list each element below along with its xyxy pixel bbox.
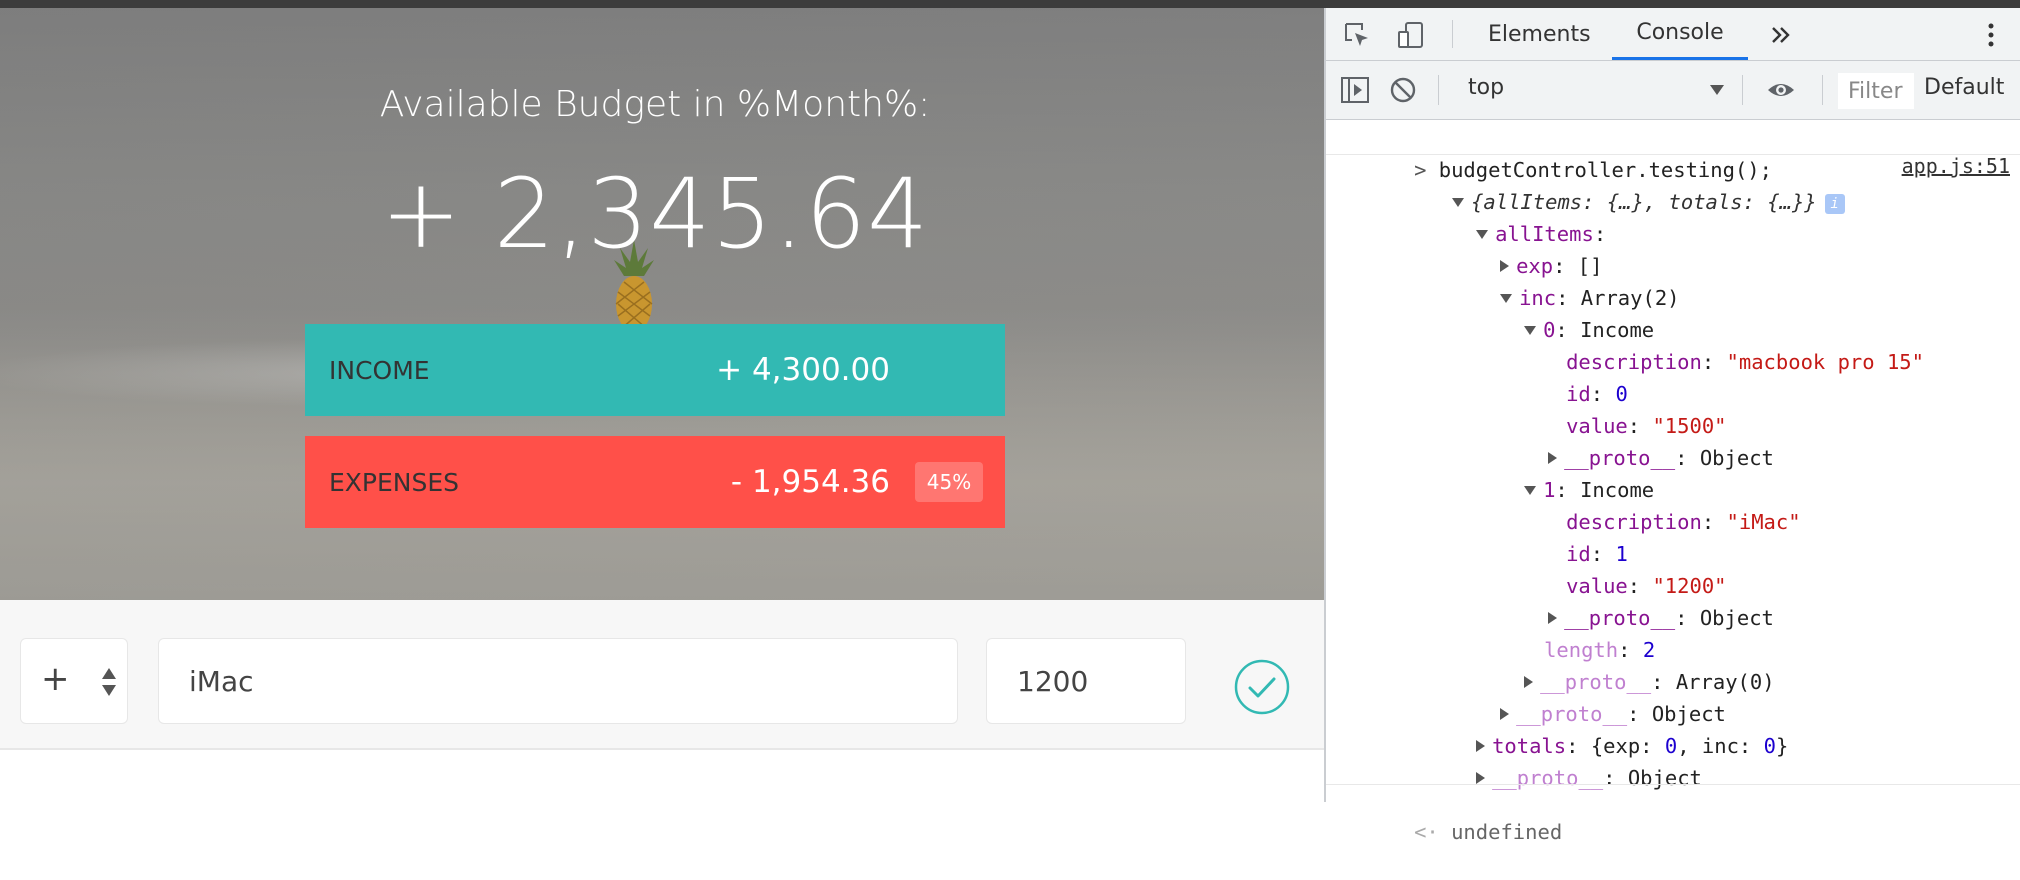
budget-app: Available Budget in %Month%: + 2,345.64 … xyxy=(0,8,1324,802)
console-filter-input[interactable]: Filter xyxy=(1838,73,1914,109)
collapsed-triangle-icon[interactable] xyxy=(1476,772,1486,784)
exp-row[interactable]: exp: [] xyxy=(1426,218,1602,278)
item1-proto-row[interactable]: __proto__: Object xyxy=(1474,570,1774,630)
expenses-value: - 1,954.36 xyxy=(730,464,890,500)
inc-row[interactable]: inc: Array(2) xyxy=(1426,250,1680,310)
add-checkmark-button[interactable] xyxy=(1233,658,1291,716)
item1-id-row: id: 1 xyxy=(1566,542,1628,566)
live-expression-eye-icon[interactable] xyxy=(1766,75,1796,105)
budget-header: Available Budget in %Month%: + 2,345.64 … xyxy=(0,8,1324,600)
allitems-row[interactable]: allItems: xyxy=(1402,186,1606,246)
income-summary: Income + 4,300.00 xyxy=(305,324,1005,416)
console-input-line: > budgetController.testing(); xyxy=(1414,158,1772,182)
description-input[interactable]: iMac xyxy=(158,638,958,724)
type-select[interactable]: + xyxy=(20,638,128,724)
totals-row[interactable]: totals: {exp: 0, inc: 0} xyxy=(1402,698,1788,758)
devtools-panel: Elements Console top Filter Default l xyxy=(1324,8,2020,844)
tab-elements[interactable]: Elements xyxy=(1488,8,1591,60)
inc-item-1-row[interactable]: 1: Income xyxy=(1450,442,1654,502)
inspect-element-icon[interactable] xyxy=(1342,20,1372,50)
log-levels-dropdown[interactable]: Default levels xyxy=(1924,75,2010,100)
inc-proto-row[interactable]: __proto__: Array(0) xyxy=(1450,634,1775,694)
item1-value-row: value: "1200" xyxy=(1566,574,1727,598)
double-chevron-icon[interactable] xyxy=(1766,20,1796,50)
source-link[interactable]: app.js:51 xyxy=(1902,154,2010,178)
clear-console-icon[interactable] xyxy=(1388,75,1418,105)
expenses-label: Expenses xyxy=(329,467,460,497)
console-toolbar: top Filter Default levels xyxy=(1326,61,2020,120)
add-item-bar: + iMac 1200 xyxy=(0,600,1324,750)
income-value: + 4,300.00 xyxy=(716,352,890,388)
item0-id-row: id: 0 xyxy=(1566,382,1628,406)
context-selector[interactable]: top xyxy=(1468,75,1504,100)
tab-console[interactable]: Console xyxy=(1612,8,1748,60)
item0-value-row: value: "1500" xyxy=(1566,414,1727,438)
inc-length-row: length: 2 xyxy=(1544,638,1656,662)
item1-description-row: description: "iMac" xyxy=(1566,510,1801,534)
amount-input[interactable]: 1200 xyxy=(986,638,1186,724)
toolbar-separator xyxy=(1742,75,1743,105)
allitems-proto-row[interactable]: __proto__: Object xyxy=(1426,666,1726,726)
return-arrow-icon: <· xyxy=(1414,820,1439,844)
item0-proto-row[interactable]: __proto__: Object xyxy=(1474,410,1774,470)
console-result-line: <· undefined xyxy=(1414,820,1563,844)
expenses-summary: Expenses - 1,954.36 45% xyxy=(305,436,1005,528)
result-object-row[interactable]: {allItems: {…}, totals: {…}} i xyxy=(1378,154,1845,214)
device-toolbar-icon[interactable] xyxy=(1396,20,1426,50)
toolbar-separator xyxy=(1438,75,1439,105)
context-dropdown-icon[interactable] xyxy=(1710,85,1724,95)
item0-description-row: description: "macbook pro 15" xyxy=(1566,350,1924,374)
console-output: > budgetController.testing(); app.js:51 … xyxy=(1326,120,2020,844)
more-options-icon[interactable] xyxy=(1976,20,2006,50)
budget-title: Available Budget in %Month%: xyxy=(379,84,931,125)
select-arrows-icon xyxy=(102,668,116,696)
inc-item-0-row[interactable]: 0: Income xyxy=(1450,282,1654,342)
browser-top-strip xyxy=(0,0,2020,8)
tabbar-separator xyxy=(1452,20,1453,48)
toolbar-separator xyxy=(1822,75,1823,105)
type-select-value: + xyxy=(41,659,70,699)
info-icon[interactable]: i xyxy=(1824,194,1845,214)
budget-value: + 2,345.64 xyxy=(380,158,930,270)
expenses-percentage-badge: 45% xyxy=(915,462,983,502)
sidebar-toggle-icon[interactable] xyxy=(1340,75,1370,105)
devtools-tabbar: Elements Console xyxy=(1326,8,2020,61)
root-proto-row[interactable]: __proto__: Object xyxy=(1402,730,1702,790)
income-label: Income xyxy=(329,355,430,385)
